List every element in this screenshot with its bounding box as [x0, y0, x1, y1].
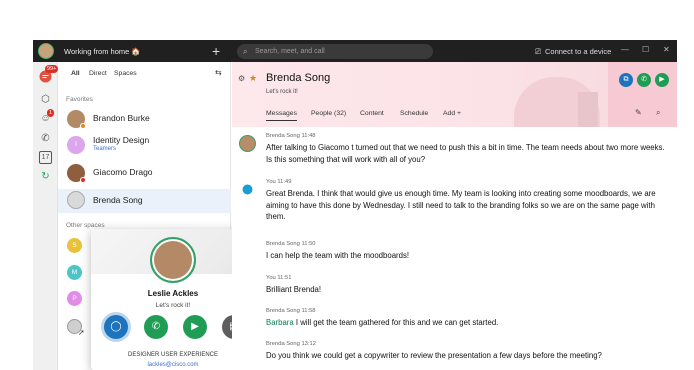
presence-dot: [80, 177, 86, 183]
search-placeholder: Search, meet, and call: [255, 48, 325, 55]
close-button[interactable]: ✕: [663, 45, 670, 54]
message: Brenda Song 11:50 I can help the team wi…: [266, 241, 668, 262]
mention[interactable]: Barbara: [266, 318, 294, 327]
gear-icon[interactable]: ⚙: [238, 74, 245, 83]
space-status: Let's rock it!: [266, 89, 298, 95]
contact-name: Brandon Burke: [93, 113, 150, 123]
message-text: Do you think we could get a copywriter t…: [266, 351, 602, 360]
maximize-button[interactable]: ☐: [642, 45, 649, 54]
message-text: Great Brenda. I think that would give us…: [266, 189, 656, 222]
call-button[interactable]: ✆: [637, 73, 651, 87]
message-body: I will get the team gathered for this an…: [293, 318, 499, 327]
call-button[interactable]: ✆: [144, 315, 168, 339]
list-item-giacomo-drago[interactable]: Giacomo Drago: [58, 162, 231, 186]
list-item-identity-design[interactable]: I Identity Design Teamers: [58, 134, 231, 158]
message-meta: Brenda Song 11:50: [266, 241, 316, 247]
section-favorites: Favorites: [66, 96, 93, 103]
filter-icon[interactable]: ⇆: [215, 68, 222, 77]
device-icon: ⎚: [535, 47, 541, 56]
message-meta: You 11:51: [266, 275, 292, 281]
teams-icon[interactable]: ⬡: [39, 93, 52, 106]
contact-job-title: DESIGNER USER EXPERIENCE: [127, 352, 219, 358]
message-meta: You 11:49: [266, 179, 292, 185]
search-icon[interactable]: ⌕: [656, 108, 660, 118]
message-list: Brenda Song 11:48 After talking to Giaco…: [232, 127, 677, 370]
space-title: Brenda Song: [266, 72, 331, 84]
video-call-button[interactable]: ▶: [655, 73, 669, 87]
connect-label: Connect to a device: [545, 47, 612, 56]
list-filter-tabs: All Direct Spaces ⇆: [58, 62, 231, 84]
favorite-star-icon[interactable]: ★: [249, 73, 257, 84]
message-meta: Brenda Song 11:58: [266, 308, 316, 314]
tab-people[interactable]: People (32): [311, 110, 346, 117]
list-item-brandon-burke[interactable]: Brandon Burke: [58, 108, 231, 132]
avatar: [239, 135, 256, 152]
space-avatar[interactable]: S: [67, 238, 82, 253]
minimize-button[interactable]: —: [621, 45, 629, 54]
contact-email[interactable]: lackles@cisco.com: [91, 362, 255, 368]
contact-card-name: Leslie Ackles: [147, 289, 199, 298]
contact-name: Giacomo Drago: [93, 167, 153, 177]
tab-direct[interactable]: Direct: [89, 70, 107, 77]
navigation-rail: 99+ ⬡ ☺ 1 ✆ 17 ↻: [33, 62, 59, 370]
tab-all[interactable]: All: [71, 70, 80, 77]
contacts-badge: 1: [47, 109, 55, 117]
tab-schedule[interactable]: Schedule: [400, 110, 428, 117]
message: Brenda Song 11:58 Barbara I will get the…: [266, 308, 668, 329]
connect-device-button[interactable]: ⎚ Connect to a device: [535, 47, 611, 57]
search-input[interactable]: ⌕ Search, meet, and call: [237, 44, 433, 59]
self-avatar: [239, 181, 256, 198]
message-meta: Brenda Song 13:12: [266, 341, 316, 347]
space-header: ⚙ ★ Brenda Song Let's rock it! ⧉ ✆ ▶ Mes…: [232, 62, 677, 127]
presence-dot: [80, 123, 86, 129]
contact-name: Brenda Song: [93, 195, 143, 205]
tab-add[interactable]: Add +: [443, 110, 461, 117]
webex-app-window: Working from home 🏠 + ⌕ Search, meet, an…: [33, 40, 677, 370]
space-name: Identity Design: [93, 135, 150, 145]
message-text: I can help the team with the moodboards!: [266, 251, 410, 260]
space-avatar: I: [67, 136, 85, 154]
header-decoration: [578, 92, 598, 127]
section-other-spaces: Other spaces: [66, 222, 105, 229]
message-text: After talking to Giacomo t turned out th…: [266, 143, 665, 164]
message-meta: Brenda Song 11:48: [266, 133, 316, 139]
cursor-icon: ➚: [78, 328, 85, 337]
new-plus-button[interactable]: +: [212, 43, 220, 59]
calls-icon[interactable]: ✆: [39, 132, 52, 145]
avatar: [67, 191, 85, 209]
share-screen-button[interactable]: ⧉: [619, 73, 633, 87]
message: Brenda Song 11:48 After talking to Giaco…: [266, 133, 668, 165]
message: You 11:51 Brilliant Brenda!: [266, 275, 668, 296]
search-icon: ⌕: [243, 47, 248, 56]
tab-messages[interactable]: Messages: [266, 110, 297, 121]
team-name: Teamers: [93, 146, 117, 152]
space-avatar[interactable]: P: [67, 291, 82, 306]
chat-button[interactable]: ◯: [104, 315, 128, 339]
contact-card-status: Let's rock it!: [155, 302, 191, 309]
space-panel: ⚙ ★ Brenda Song Let's rock it! ⧉ ✆ ▶ Mes…: [232, 62, 677, 370]
status-message[interactable]: Working from home 🏠: [64, 47, 141, 56]
space-avatar[interactable]: M: [67, 265, 82, 280]
pin-icon[interactable]: ✎: [635, 108, 642, 117]
contact-photo: [150, 237, 196, 283]
sync-icon[interactable]: ↻: [39, 170, 52, 183]
header-actions: ⧉ ✆ ▶: [608, 62, 677, 127]
messaging-badge: 99+: [45, 65, 59, 73]
message: You 11:49 Great Brenda. I think that wou…: [266, 179, 668, 223]
message-text: Brilliant Brenda!: [266, 285, 322, 294]
user-avatar[interactable]: [38, 43, 54, 59]
calendar-icon[interactable]: 17: [39, 151, 52, 164]
message: Brenda Song 13:12 Do you think we could …: [266, 341, 668, 362]
video-call-button[interactable]: ▶: [183, 315, 207, 339]
message-text: Barbara I will get the team gathered for…: [266, 317, 668, 329]
tab-spaces[interactable]: Spaces: [114, 70, 137, 77]
tab-content[interactable]: Content: [360, 110, 384, 117]
list-item-brenda-song[interactable]: Brenda Song: [58, 189, 231, 213]
top-bar: Working from home 🏠 + ⌕ Search, meet, an…: [33, 40, 677, 62]
